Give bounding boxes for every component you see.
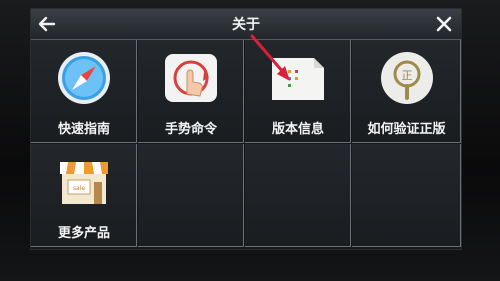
more-products-tile[interactable]: sale 更多产品 bbox=[31, 144, 137, 247]
more-products-label: 更多产品 bbox=[57, 226, 110, 241]
quick-guide-label: 快速指南 bbox=[57, 122, 110, 137]
document-info-icon bbox=[272, 58, 324, 100]
gesture-hand-icon bbox=[165, 54, 217, 102]
magnifier-verify-icon: 正 bbox=[381, 52, 433, 104]
app-screen: 关于 快速指南 手势命令 版本信息 正 如何验证正版 sale 更多产品 bbox=[30, 8, 462, 250]
svg-text:sale: sale bbox=[73, 185, 85, 192]
close-icon[interactable] bbox=[435, 15, 453, 33]
quick-guide-tile[interactable]: 快速指南 bbox=[31, 40, 137, 143]
version-info-tile[interactable]: 版本信息 bbox=[245, 40, 351, 143]
verify-genuine-tile[interactable]: 正 如何验证正版 bbox=[352, 40, 461, 143]
svg-text:正: 正 bbox=[402, 69, 413, 82]
store-icon: sale bbox=[60, 162, 108, 204]
page-title: 关于 bbox=[232, 17, 260, 33]
version-info-label: 版本信息 bbox=[271, 122, 324, 137]
compass-icon bbox=[58, 52, 110, 104]
empty-tile bbox=[245, 144, 351, 247]
title-bar: 关于 bbox=[31, 9, 461, 40]
empty-tile bbox=[352, 144, 461, 247]
gesture-commands-tile[interactable]: 手势命令 bbox=[138, 40, 244, 143]
verify-genuine-label: 如何验证正版 bbox=[367, 122, 446, 137]
menu-grid: 快速指南 手势命令 版本信息 正 如何验证正版 sale 更多产品 bbox=[31, 40, 461, 249]
empty-tile bbox=[138, 144, 244, 247]
gesture-commands-label: 手势命令 bbox=[164, 122, 217, 137]
